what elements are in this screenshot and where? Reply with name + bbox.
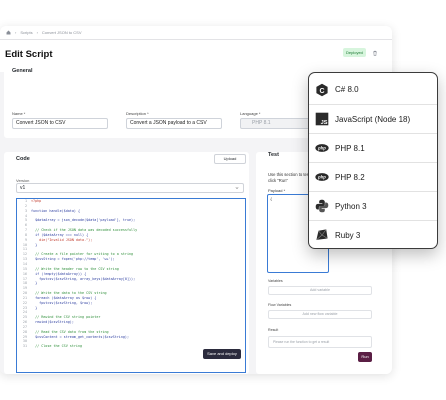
language-dropdown: C C# 8.0 JS JavaScript (Node 18) php PHP… — [308, 72, 438, 249]
version-select[interactable]: v1 — [16, 183, 244, 193]
add-flow-variable-label: Add new flow variable — [302, 312, 338, 316]
language-option-javascript[interactable]: JS JavaScript (Node 18) — [309, 104, 437, 133]
language-name: JavaScript (Node 18) — [335, 114, 411, 124]
result-output: Please run the function to get a result — [268, 336, 372, 348]
description-label: Description * — [126, 111, 149, 116]
result-label: Result — [268, 328, 279, 332]
php-icon: php — [315, 144, 329, 152]
code-text: rewind($csvString); — [31, 320, 74, 325]
language-name: PHP 8.2 — [335, 172, 365, 182]
language-value: PHP 8.1 — [252, 120, 271, 126]
status-badge: Deployed — [343, 48, 366, 57]
svg-text:php: php — [317, 175, 326, 180]
general-title: General — [12, 68, 33, 74]
svg-text:php: php — [317, 146, 326, 151]
save-and-deploy-button[interactable]: Save and deploy — [203, 349, 241, 359]
language-option-php81[interactable]: php PHP 8.1 — [309, 133, 437, 162]
language-option-ruby[interactable]: Ruby 3 — [309, 220, 437, 248]
version-value: v1 — [20, 185, 26, 191]
breadcrumb-sep: › — [15, 30, 17, 35]
code-text: $csvContent = stream_get_contents($csvSt… — [31, 334, 129, 339]
code-text: fputcsv($csvString, $row); — [31, 300, 93, 305]
add-flow-variable-button[interactable]: Add new flow variable — [268, 310, 372, 319]
upload-button[interactable]: Upload — [214, 154, 246, 164]
language-option-python[interactable]: Python 3 — [309, 191, 437, 220]
test-title: Test — [268, 152, 279, 158]
language-option-csharp[interactable]: C C# 8.0 — [309, 75, 437, 104]
code-section: Code Upload Version v1 1 <?php 2 3 function … — [4, 152, 249, 374]
breadcrumb-scripts[interactable]: Scripts — [20, 30, 32, 35]
code-text: $dataArray = json_decode($data['payload'… — [31, 218, 136, 223]
breadcrumb-sep: › — [36, 30, 38, 35]
svg-text:JS: JS — [321, 120, 328, 126]
breadcrumb-current: Convert JSON to CSV — [41, 30, 82, 35]
code-text: } — [31, 281, 38, 286]
language-name: C# 8.0 — [335, 85, 359, 94]
payload-label: Payload * — [268, 188, 286, 193]
code-text: <?php — [31, 199, 42, 203]
page-title: Edit Script — [5, 49, 53, 60]
code-text: $csvString = fopen('php://temp', 'w+'); — [31, 257, 115, 262]
language-name: Python 3 — [335, 201, 367, 211]
language-label: Language * — [240, 111, 261, 116]
variables-label: Variables — [268, 279, 283, 283]
home-icon[interactable] — [6, 30, 11, 35]
svg-text:C: C — [319, 87, 324, 94]
name-label: Name * — [12, 111, 26, 116]
code-title: Code — [16, 156, 30, 162]
code-text: die("Invalid JSON data."); — [31, 237, 93, 242]
trash-icon[interactable] — [372, 50, 378, 56]
breadcrumb: › Scripts › Convert JSON to CSV — [0, 26, 392, 40]
php-icon: php — [315, 173, 329, 181]
upload-label: Upload — [223, 156, 237, 161]
add-variable-label: Add variable — [310, 288, 330, 292]
code-text: function handle($data) { — [31, 208, 80, 213]
code-text: fputcsv($csvString, array_keys($dataArra… — [31, 276, 136, 281]
name-field[interactable]: Convert JSON to CSV — [12, 118, 108, 129]
code-text: // Close the CSV string — [31, 344, 83, 349]
code-text: } — [31, 305, 38, 310]
code-text: } — [31, 242, 38, 247]
code-editor[interactable]: 1 <?php 2 3 function handle($data) {4 5 $data… — [16, 198, 246, 373]
description-field[interactable]: Convert a JSON payload to a CSV — [126, 118, 222, 129]
line-number: 31 — [22, 344, 27, 349]
add-variable-button[interactable]: Add variable — [268, 286, 372, 295]
ruby-icon — [316, 229, 328, 241]
flow-variables-label: Flow Variables — [268, 303, 292, 307]
language-option-php82[interactable]: php PHP 8.2 — [309, 162, 437, 191]
chevron-down-icon — [235, 187, 239, 190]
run-button[interactable]: Run — [358, 352, 372, 362]
csharp-icon: C — [316, 83, 328, 96]
javascript-icon: JS — [315, 112, 329, 126]
language-name: PHP 8.1 — [335, 143, 365, 153]
python-icon — [315, 199, 329, 213]
language-name: Ruby 3 — [335, 230, 361, 240]
